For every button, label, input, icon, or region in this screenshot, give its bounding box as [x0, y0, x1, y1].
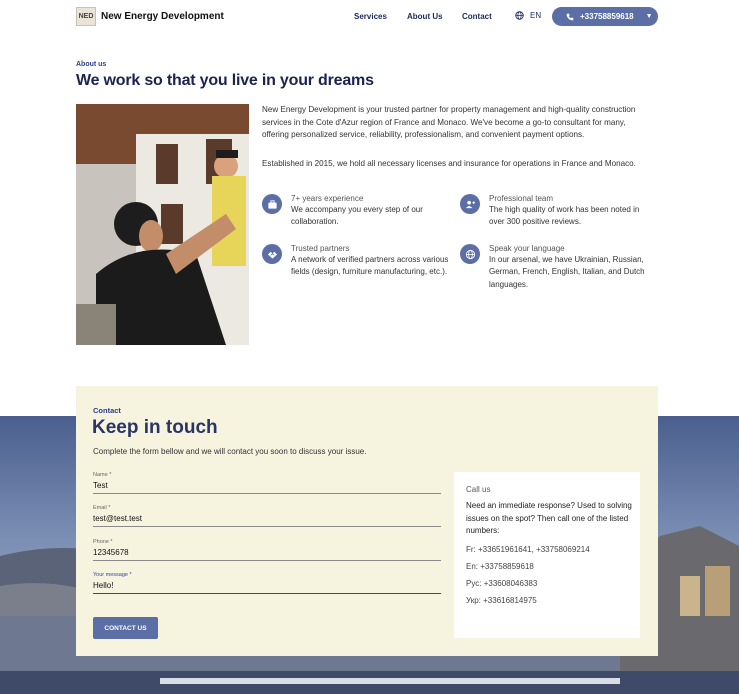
field-label: Email * [93, 505, 111, 511]
handshake-icon [262, 244, 282, 264]
field-label: Phone * [93, 539, 113, 545]
globe-icon [515, 11, 524, 20]
field-label: Name * [93, 472, 112, 478]
field-value[interactable]: Test [93, 481, 108, 490]
feature-title: Speak your language [489, 244, 565, 253]
team-icon [460, 194, 480, 214]
phone-line-fr[interactable]: Fr: +33651961641, +33758069214 [466, 545, 590, 554]
nav-services[interactable]: Services [354, 12, 387, 21]
feature-title: Trusted partners [291, 244, 350, 253]
nav-contact[interactable]: Contact [462, 12, 492, 21]
about-paragraph-1: New Energy Development is your trusted p… [262, 105, 636, 140]
site-header: NED New Energy Development Services Abou… [0, 0, 739, 34]
phone-line-en[interactable]: En: +33758859618 [466, 562, 534, 571]
contact-card: Contact Keep in touch Complete the form … [76, 386, 658, 656]
about-kicker: About us [76, 61, 107, 68]
contact-title: Keep in touch [92, 417, 218, 438]
email-field[interactable]: Email * test@test.test [93, 505, 441, 527]
feature-text: The high quality of work has been noted … [489, 205, 640, 227]
logo[interactable]: NED [76, 7, 96, 26]
language-switcher[interactable]: EN [515, 11, 541, 20]
globe-icon [460, 244, 480, 264]
message-field[interactable]: Your message * Hello! [93, 572, 441, 594]
call-us-text: Need an immediate response? Used to solv… [466, 501, 632, 536]
call-us-box: Call us Need an immediate response? Used… [454, 472, 640, 638]
briefcase-icon [262, 194, 282, 214]
language-label: EN [530, 11, 542, 20]
nav-about-us[interactable]: About Us [407, 12, 443, 21]
field-value[interactable]: 12345678 [93, 548, 129, 557]
contact-us-button[interactable]: CONTACT US [93, 617, 158, 639]
brand-name[interactable]: New Energy Development [101, 11, 224, 22]
feature-title: Professional team [489, 194, 554, 203]
phone-field[interactable]: Phone * 12345678 [93, 539, 441, 561]
name-field[interactable]: Name * Test [93, 472, 441, 494]
feature-title: 7+ years experience [291, 194, 364, 203]
chevron-down-icon: ▼ [645, 13, 653, 20]
contact-subtitle: Complete the form bellow and we will con… [93, 447, 367, 456]
field-value[interactable]: Hello! [93, 581, 113, 590]
feature-text: In our arsenal, we have Ukrainian, Russi… [489, 255, 645, 289]
field-value[interactable]: test@test.test [93, 514, 142, 523]
contact-kicker: Contact [93, 406, 121, 415]
about-paragraph-2: Established in 2015, we hold all necessa… [262, 159, 636, 168]
phone-line-ua[interactable]: Укр: +33616814975 [466, 596, 537, 605]
about-title: We work so that you live in your dreams [76, 72, 374, 89]
field-label: Your message * [93, 572, 132, 578]
feature-text: A network of verified partners across va… [291, 255, 449, 277]
phone-icon [566, 13, 574, 20]
phone-button[interactable]: +33758859618 ▼ [552, 7, 658, 26]
feature-text: We accompany you every step of our colla… [291, 205, 423, 227]
call-us-heading: Call us [466, 485, 491, 494]
about-photo [76, 104, 249, 345]
phone-number: +33758859618 [580, 12, 634, 21]
phone-line-ru[interactable]: Рус: +33608046383 [466, 579, 537, 588]
